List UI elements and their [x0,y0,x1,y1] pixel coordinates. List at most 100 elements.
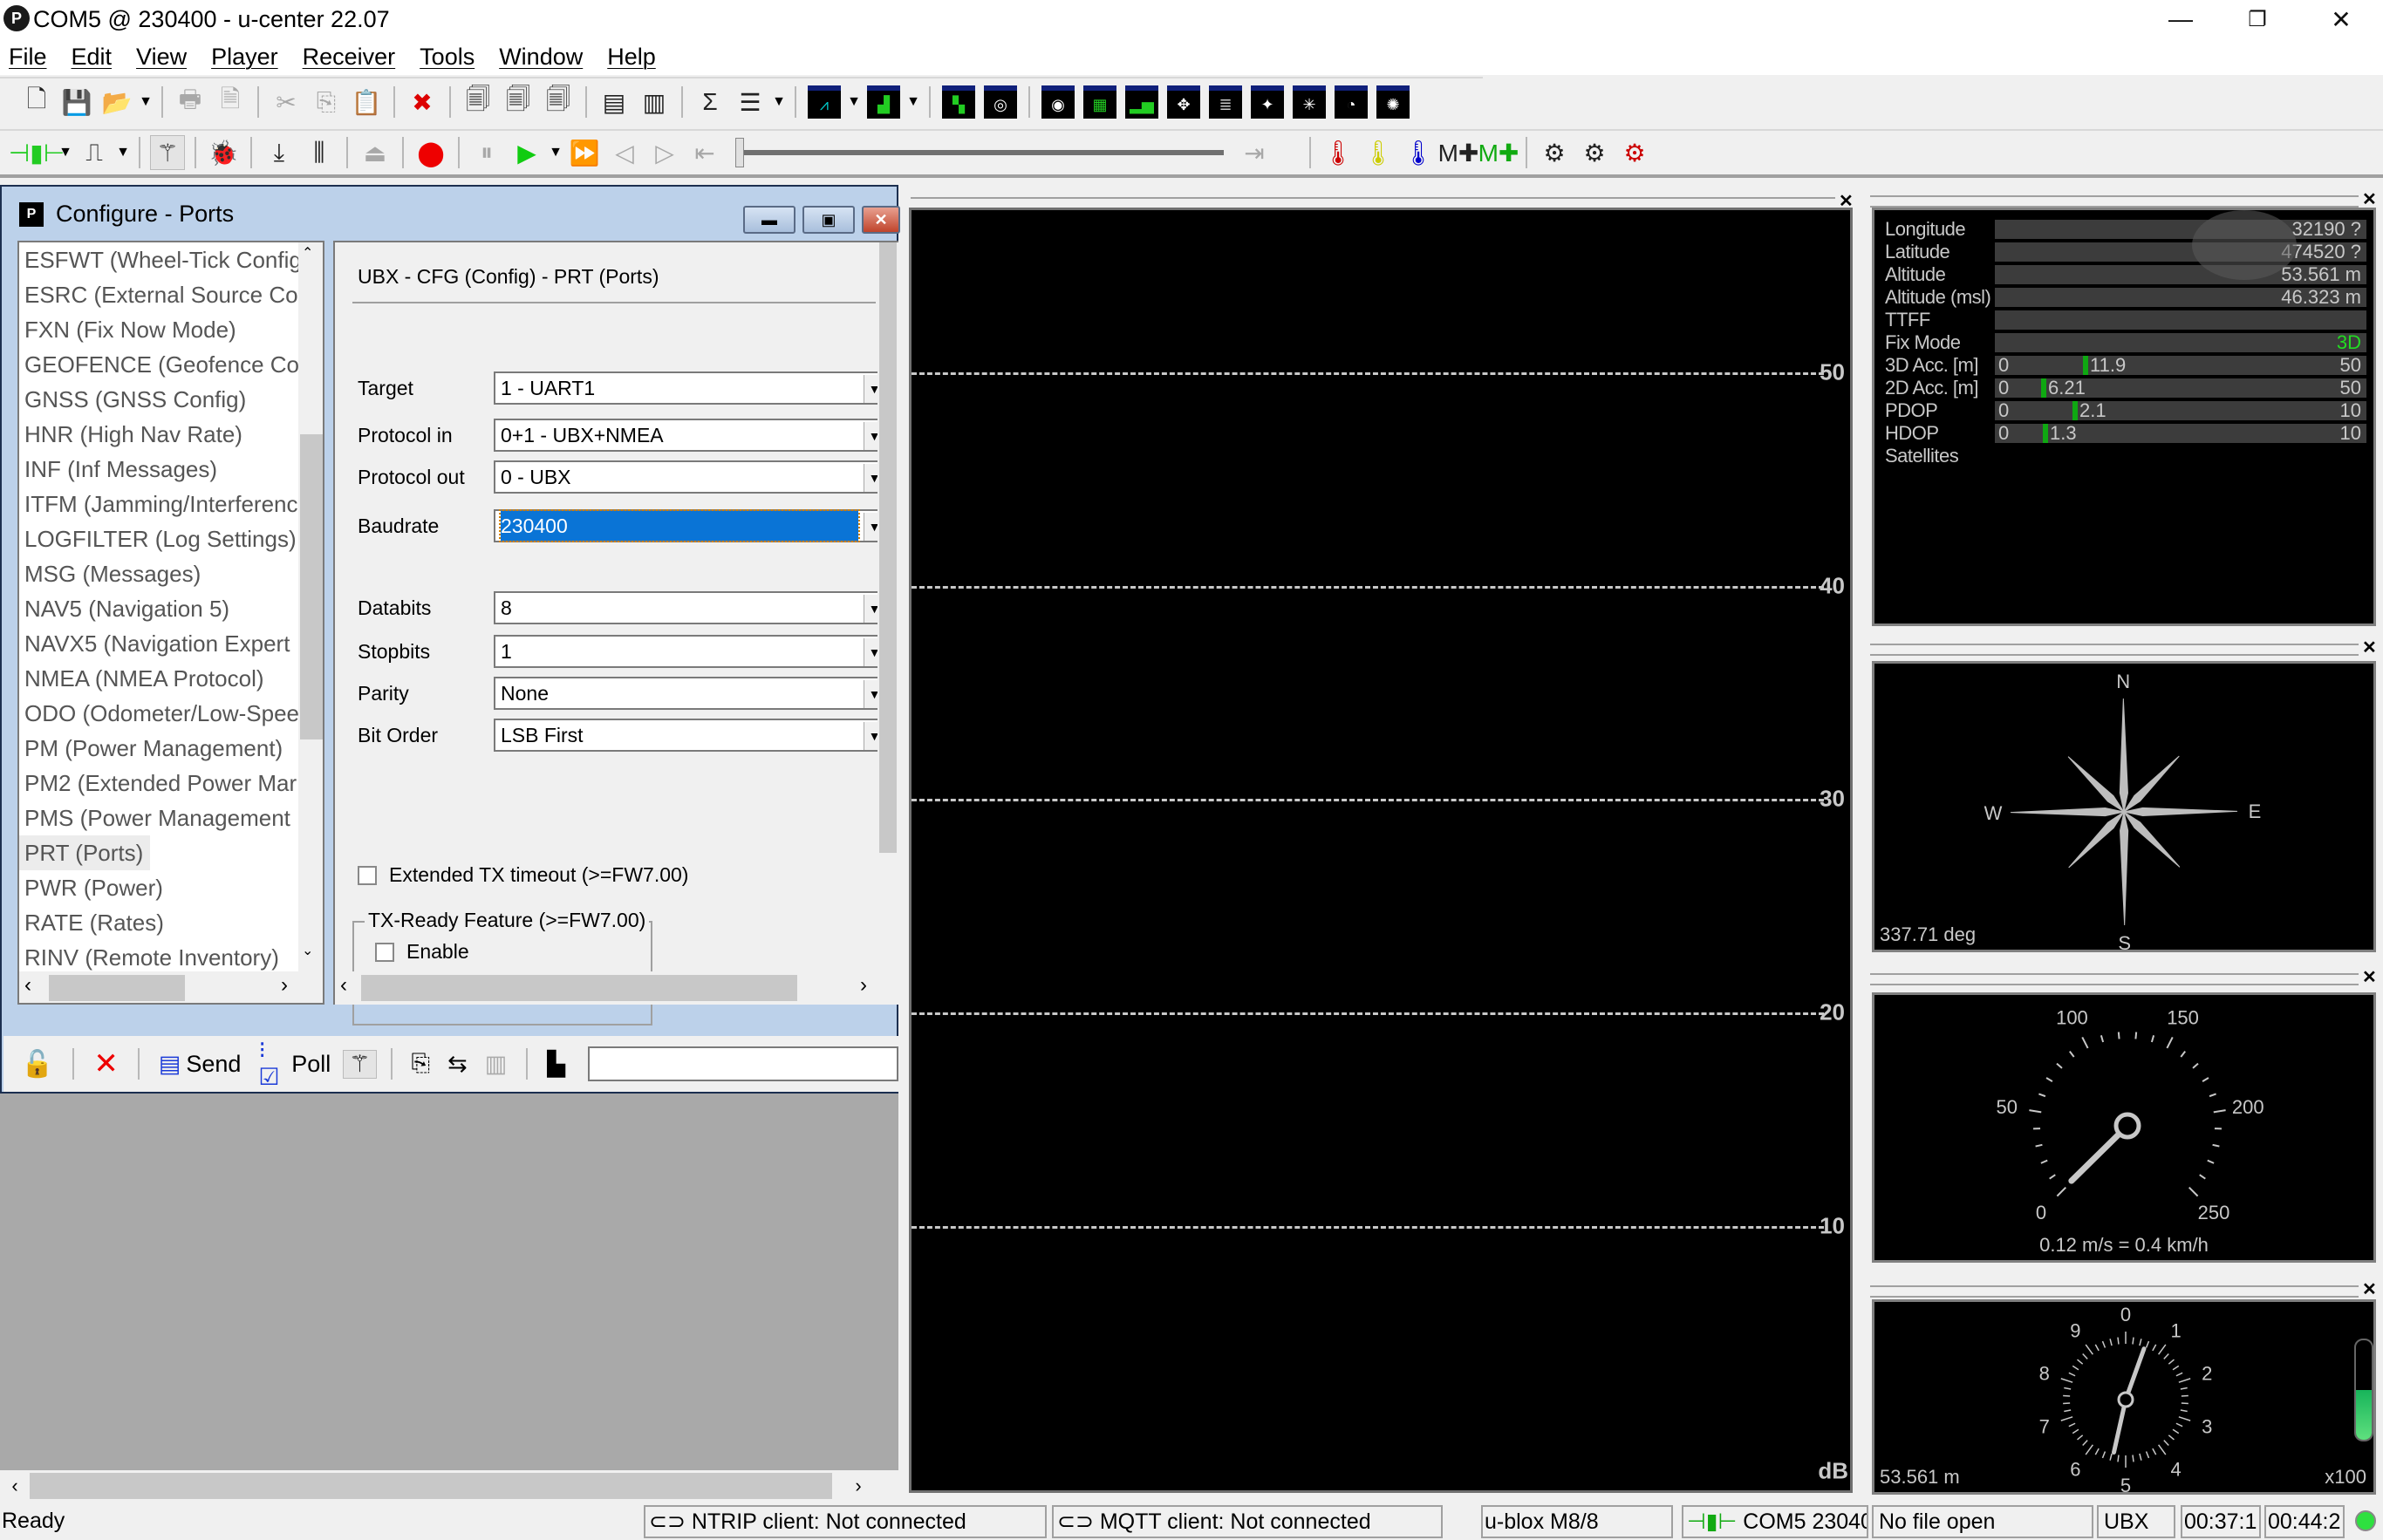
open-dropdown-icon[interactable]: ▼ [137,94,154,110]
config-list-item[interactable]: PMS (Power Management [19,801,298,835]
dock-grip[interactable] [1870,195,2359,208]
scroll-right-icon[interactable]: › [832,1475,884,1497]
config-list-item[interactable]: NAVX5 (Navigation Expert [19,626,298,661]
config-list-item[interactable]: LOGFILTER (Log Settings) [19,521,298,556]
close-icon[interactable]: ✕ [2362,637,2377,658]
close-icon[interactable]: ✕ [2362,966,2377,988]
scroll-left-icon[interactable]: ‹ [340,973,347,998]
device-icon[interactable]: ▙ [542,1051,570,1078]
rewind-icon[interactable]: ⇤ [687,135,722,170]
import-icon[interactable]: ⎘ [406,1050,436,1078]
gnss-config-icon[interactable]: ⫼ [302,135,337,170]
msg-nmea-icon[interactable]: M✚ [1478,135,1519,170]
speed-view-icon[interactable]: ✳ [1293,85,1326,119]
config-list-item[interactable]: RATE (Rates) [19,905,298,940]
receiver-reset-icon[interactable]: ⤓ [262,135,297,170]
save-db-icon[interactable]: 🗐 [541,85,576,119]
bit-order-select[interactable]: LSB First ▼ [494,719,884,752]
close-button[interactable]: ✕ [2303,0,2380,38]
camera-view-icon[interactable]: ▦ [1083,85,1116,119]
databits-select[interactable]: 8 ▼ [494,591,884,624]
config-list-item[interactable]: PM2 (Extended Power Mar [19,766,298,801]
baudrate-select[interactable]: 230400 ▼ [494,509,884,542]
checkbox-box[interactable] [358,865,377,885]
config-list-item[interactable]: ITFM (Jamming/Interferenc [19,487,298,521]
list-horizontal-scrollbar[interactable]: ‹ › [19,971,323,1003]
open-db-icon[interactable]: 🗐 [501,85,536,119]
histogram-dropdown-icon[interactable]: ▼ [905,94,922,110]
compass-view-icon[interactable]: ✦ [1251,85,1284,119]
dock-grip[interactable] [1870,644,2359,656]
clear-icon[interactable]: ✖ [405,85,440,119]
signal-view-icon[interactable]: ▂▅ [1125,85,1158,119]
baudrate-icon[interactable]: ⎍ [77,135,112,170]
dock-grip[interactable] [1870,973,2359,985]
scrollbar-thumb[interactable] [879,242,897,853]
scrollbar-thumb[interactable] [361,975,797,1001]
autobaud-icon[interactable]: ⚚ [150,135,185,170]
baudrate-dropdown-icon[interactable]: ▼ [114,145,132,160]
scrollbar-thumb[interactable] [300,434,323,739]
binary-view-icon[interactable]: ▥ [637,85,672,119]
panel-horizontal-scrollbar[interactable]: ‹ › [335,971,898,1005]
eject-icon[interactable]: ⏏ [358,135,393,170]
save-config-icon[interactable]: ⚙ [1537,135,1572,170]
panel-vertical-scrollbar[interactable] [877,242,898,971]
print-preview-icon[interactable]: 🗎 [213,85,248,119]
save-icon[interactable]: 💾 [59,85,94,119]
scroll-right-icon[interactable]: › [281,973,288,998]
config-list-item[interactable]: ODO (Odometer/Low-Spee [19,696,298,731]
end-icon[interactable]: ⇥ [1237,135,1272,170]
config-list-item[interactable]: MSG (Messages) [19,556,298,591]
config-list-item[interactable]: HNR (High Nav Rate) [19,417,298,452]
minimize-button[interactable]: — [2142,0,2219,38]
playback-slider-thumb[interactable] [735,138,744,167]
menu-edit[interactable]: Edit [72,44,113,71]
open-icon[interactable]: 📂 [99,85,134,119]
menu-receiver[interactable]: Receiver [303,44,396,71]
print-icon[interactable]: 🖶 [173,85,208,119]
clock-view-icon[interactable]: ◔ [1335,85,1368,119]
configure-restore-button[interactable]: ▣ [802,206,855,234]
close-icon[interactable]: ✕ [2362,1278,2377,1300]
scroll-left-icon[interactable]: ‹ [24,973,31,998]
revert-config-icon[interactable]: ⚙ [1617,135,1652,170]
config-list-item[interactable]: INF (Inf Messages) [19,452,298,487]
scroll-right-icon[interactable]: › [860,973,867,998]
connection-icon[interactable]: ⊣▮⊢ [9,135,65,170]
restore-button[interactable]: ❐ [2219,0,2296,38]
send-button[interactable]: ▤ Send [154,1051,247,1078]
statistics-view-icon[interactable]: Σ [693,85,727,119]
histogram-view-icon[interactable]: ▟ [867,85,900,119]
config-list-item[interactable]: FXN (Fix Now Mode) [19,312,298,347]
list-vertical-scrollbar[interactable]: ⌃ ⌄ [298,242,323,971]
table-view-icon[interactable]: ☰ [733,85,768,119]
pause-icon[interactable]: ⏸ [469,135,504,170]
protocol-out-select[interactable]: 0 - UBX ▼ [494,460,884,494]
stopbits-select[interactable]: 1 ▼ [494,635,884,668]
chart-view-icon[interactable]: ⩘ [808,85,841,119]
scroll-down-icon[interactable]: ⌄ [302,942,313,959]
cut-icon[interactable]: ✂ [269,85,304,119]
scroll-up-icon[interactable]: ⌃ [302,244,313,262]
scrollbar-thumb[interactable] [49,975,185,1001]
config-wizard-icon[interactable]: ⚚ [343,1049,377,1079]
playback-slider[interactable] [735,138,1224,167]
menu-player[interactable]: Player [211,44,278,71]
load-config-icon[interactable]: ⚙ [1577,135,1612,170]
menu-view[interactable]: View [136,44,187,71]
ntrip-status[interactable]: ⊂⊃ NTRIP client: Not connected [644,1505,1047,1538]
mqtt-status[interactable]: ⊂⊃ MQTT client: Not connected [1052,1505,1443,1538]
config-list-item[interactable]: RINV (Remote Inventory) [19,940,298,975]
cold-start-icon[interactable]: 🌡 [1401,135,1436,170]
config-list-item[interactable]: PRT (Ports) [19,835,150,870]
record-icon[interactable]: ⬤ [413,135,448,170]
config-list-item[interactable]: PM (Power Management) [19,731,298,766]
scroll-left-icon[interactable]: ‹ [0,1475,30,1497]
step-forward-icon[interactable]: ▷ [647,135,682,170]
extended-tx-timeout-checkbox[interactable]: Extended TX timeout (>=FW7.00) [358,863,688,887]
connection-dropdown-icon[interactable]: ▼ [57,145,74,160]
step-back-icon[interactable]: ◁ [607,135,642,170]
tx-enable-checkbox[interactable]: Enable [375,940,469,964]
warm-start-icon[interactable]: 🌡 [1361,135,1396,170]
